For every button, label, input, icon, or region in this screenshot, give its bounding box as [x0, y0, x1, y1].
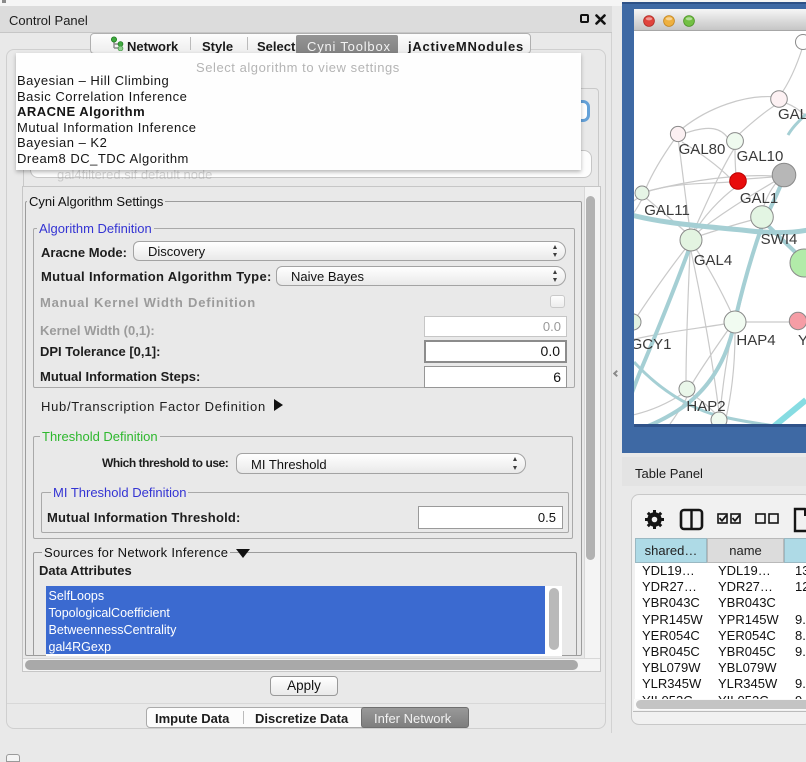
svg-text:GCY1: GCY1: [631, 336, 672, 353]
svg-text:GAL4: GAL4: [694, 252, 732, 269]
svg-text:GAL7: GAL7: [778, 106, 806, 123]
svg-text:HAP2: HAP2: [686, 398, 725, 415]
svg-text:GAL80: GAL80: [679, 141, 726, 158]
svg-text:GAL1: GAL1: [740, 190, 778, 207]
svg-text:YJR048W: YJR048W: [798, 332, 806, 349]
svg-text:GAL10: GAL10: [737, 148, 784, 165]
svg-text:SWI4: SWI4: [761, 231, 798, 248]
svg-text:HAP4: HAP4: [736, 332, 775, 349]
svg-text:GAL11: GAL11: [644, 202, 690, 219]
